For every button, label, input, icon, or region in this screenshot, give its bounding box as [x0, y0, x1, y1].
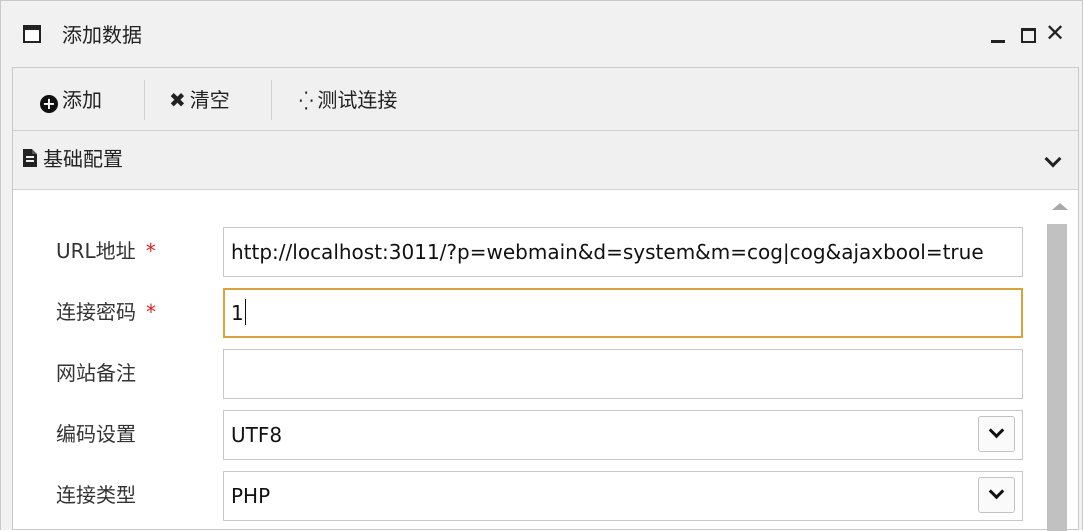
spinner-icon: ⁛	[299, 91, 313, 112]
maximize-icon	[1021, 28, 1036, 43]
required-mark: *	[145, 239, 156, 263]
encoding-row: 编码设置 UTF8	[13, 410, 1043, 460]
encoding-value: UTF8	[231, 423, 283, 447]
dialog-window: 添加数据 ✕ + 添加 ✖ 清空 ⁛ 测试连接 基础配置 URL地址 * htt…	[0, 0, 1083, 531]
window-title: 添加数据	[62, 23, 142, 47]
password-label: 连接密码 *	[56, 300, 156, 324]
close-icon: ✕	[1045, 19, 1066, 47]
conn-type-dropdown-button[interactable]	[978, 477, 1015, 513]
password-row: 连接密码 * 1	[13, 288, 1043, 338]
conn-type-label: 连接类型	[56, 483, 136, 507]
chevron-down-icon	[1044, 150, 1062, 168]
password-input[interactable]: 1	[223, 288, 1023, 338]
conn-type-row: 连接类型 PHP	[13, 471, 1043, 521]
collapse-toggle[interactable]	[1044, 150, 1062, 168]
text-caret	[244, 299, 246, 325]
remark-input[interactable]	[223, 349, 1023, 399]
scrollbar-thumb[interactable]	[1047, 224, 1067, 531]
encoding-dropdown-button[interactable]	[978, 416, 1015, 452]
url-row: URL地址 * http://localhost:3011/?p=webmain&…	[13, 227, 1043, 277]
plus-circle-icon: +	[40, 95, 58, 113]
test-connection-label: 测试连接	[317, 88, 398, 112]
add-button-label: 添加	[62, 88, 102, 112]
minimize-icon	[991, 40, 1005, 43]
conn-type-select[interactable]: PHP	[223, 471, 1023, 521]
remark-label: 网站备注	[56, 361, 136, 385]
add-button[interactable]: + 添加	[40, 86, 102, 114]
remark-row: 网站备注	[13, 349, 1043, 399]
url-label: URL地址 *	[56, 239, 156, 263]
url-input[interactable]: http://localhost:3011/?p=webmain&d=syste…	[223, 227, 1023, 277]
encoding-label: 编码设置	[56, 422, 136, 446]
clear-button[interactable]: ✖ 清空	[169, 86, 230, 114]
required-mark: *	[146, 300, 156, 324]
panel-header[interactable]: 基础配置	[13, 131, 1078, 190]
window-icon	[23, 25, 41, 43]
password-value: 1	[231, 301, 244, 325]
encoding-select[interactable]: UTF8	[223, 410, 1023, 460]
test-connection-button[interactable]: ⁛ 测试连接	[299, 86, 397, 114]
panel-title: 基础配置	[43, 147, 123, 171]
clear-button-label: 清空	[189, 88, 230, 112]
dialog-body: + 添加 ✖ 清空 ⁛ 测试连接 基础配置 URL地址 * http://localho…	[12, 67, 1079, 531]
x-icon: ✖	[169, 88, 186, 112]
minimize-button[interactable]	[991, 23, 1005, 43]
maximize-button[interactable]	[1021, 23, 1036, 43]
toolbar-divider	[271, 80, 272, 120]
scroll-up-arrow-icon[interactable]	[1052, 203, 1068, 210]
title-bar[interactable]: 添加数据 ✕	[1, 1, 1082, 67]
document-icon	[23, 149, 37, 167]
conn-type-value: PHP	[231, 484, 271, 508]
toolbar: + 添加 ✖ 清空 ⁛ 测试连接	[13, 68, 1078, 131]
toolbar-divider	[144, 80, 145, 120]
chevron-down-icon	[988, 483, 1005, 500]
chevron-down-icon	[988, 422, 1005, 439]
close-button[interactable]: ✕	[1045, 21, 1065, 45]
